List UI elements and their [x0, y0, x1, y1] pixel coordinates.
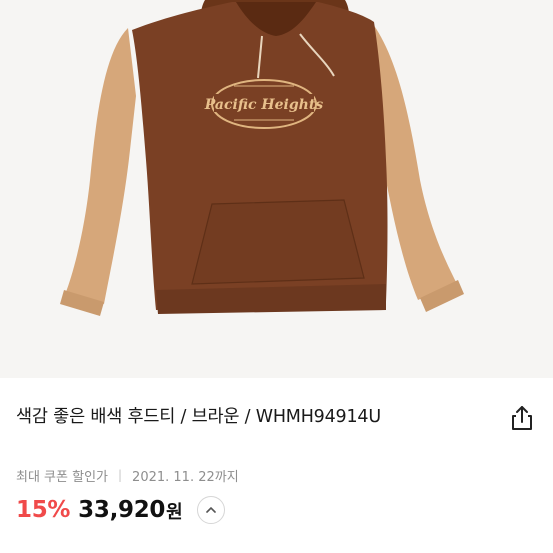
price-amount: 33,920 [78, 497, 166, 523]
title-row: 색감 좋은 배색 후드티 / 브라운 / WHMH94914U [0, 378, 553, 458]
coupon-date: 2021. 11. 22까지 [132, 469, 239, 485]
coupon-label: 최대 쿠폰 할인가 [16, 469, 108, 485]
graphic-text: Pacific Heights [204, 97, 324, 113]
share-icon [512, 406, 532, 430]
price-currency: 원 [166, 502, 183, 523]
share-button[interactable] [504, 400, 540, 436]
hoodie-illustration: Pacific Heights [60, 0, 464, 316]
product-image[interactable]: Pacific Heights [0, 0, 553, 378]
discount-rate: 15% [16, 497, 71, 523]
expand-button[interactable] [196, 496, 225, 524]
chevron-up-icon [205, 507, 216, 513]
price-row: 15% 33,920 원 [16, 494, 225, 526]
product-title: 색감 좋은 배색 후드티 / 브라운 / WHMH94914U [16, 407, 381, 427]
coupon-row: 최대 쿠폰 할인가 | 2021. 11. 22까지 [16, 466, 239, 485]
coupon-separator: | [118, 468, 123, 482]
